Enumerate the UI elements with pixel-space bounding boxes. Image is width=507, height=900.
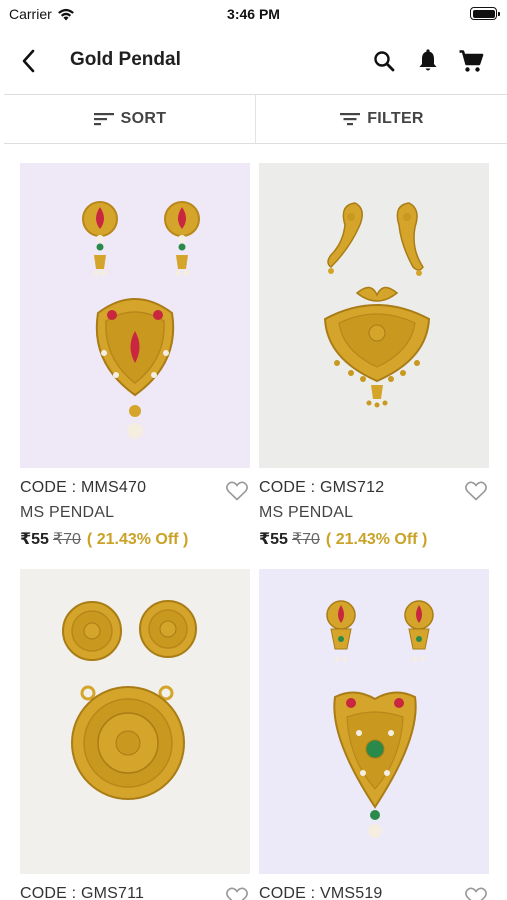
heart-icon: [226, 481, 248, 501]
sort-icon: [93, 113, 114, 126]
search-button[interactable]: [369, 46, 399, 76]
bell-icon: [419, 49, 437, 71]
wishlist-button[interactable]: [463, 478, 489, 504]
jewellery-photo: [259, 569, 489, 874]
jewellery-photo: [259, 163, 489, 468]
product-category: MS PENDAL: [259, 504, 354, 521]
product-code: CODE : VMS519: [259, 885, 383, 900]
sort-label: SORT: [120, 110, 167, 127]
battery-icon: [470, 7, 500, 20]
product-code: CODE : MMS470: [20, 479, 147, 496]
cart-button[interactable]: [456, 46, 486, 76]
product-category: MS PENDAL: [20, 504, 115, 521]
heart-icon: [465, 887, 487, 900]
filter-button[interactable]: FILTER: [256, 95, 507, 143]
back-button[interactable]: [14, 46, 44, 76]
status-bar: Carrier 3:46 PM: [0, 0, 507, 30]
notification-button[interactable]: [413, 46, 443, 76]
sort-filter-bar: SORT FILTER: [4, 94, 507, 144]
search-icon: [374, 51, 395, 72]
product-image[interactable]: [20, 163, 250, 468]
earring-right: [139, 600, 197, 658]
product-code: CODE : GMS712: [259, 479, 385, 496]
jewellery-photo: [20, 163, 250, 468]
discount-label: ( 21.43% Off ): [86, 531, 189, 548]
product-image[interactable]: [259, 569, 489, 874]
nav-bar: Gold Pendal: [0, 30, 507, 94]
pendant: [71, 685, 185, 800]
earring-left: [62, 601, 122, 661]
sort-button[interactable]: SORT: [4, 95, 255, 143]
cart-icon: [459, 50, 484, 72]
heart-icon: [226, 887, 248, 900]
original-price: ₹70: [52, 531, 81, 548]
product-code: CODE : GMS711: [20, 885, 145, 900]
price-row: ₹55 ₹70 ( 21.43% Off ): [20, 529, 188, 549]
discount-label: ( 21.43% Off ): [325, 531, 428, 548]
heart-icon: [465, 481, 487, 501]
wishlist-button[interactable]: [224, 884, 250, 900]
price-row: ₹55 ₹70 ( 21.43% Off ): [259, 529, 427, 549]
wishlist-button[interactable]: [463, 884, 489, 900]
status-time: 3:46 PM: [227, 6, 280, 22]
original-price: ₹70: [291, 531, 320, 548]
wishlist-button[interactable]: [224, 478, 250, 504]
back-arrow-icon: [22, 49, 35, 73]
price: ₹55: [259, 531, 288, 548]
filter-label: FILTER: [367, 110, 424, 127]
product-image[interactable]: [259, 163, 489, 468]
filter-icon: [340, 113, 361, 126]
product-image[interactable]: [20, 569, 250, 874]
price: ₹55: [20, 531, 49, 548]
jewellery-photo: [20, 569, 250, 874]
page-title: Gold Pendal: [70, 49, 181, 70]
